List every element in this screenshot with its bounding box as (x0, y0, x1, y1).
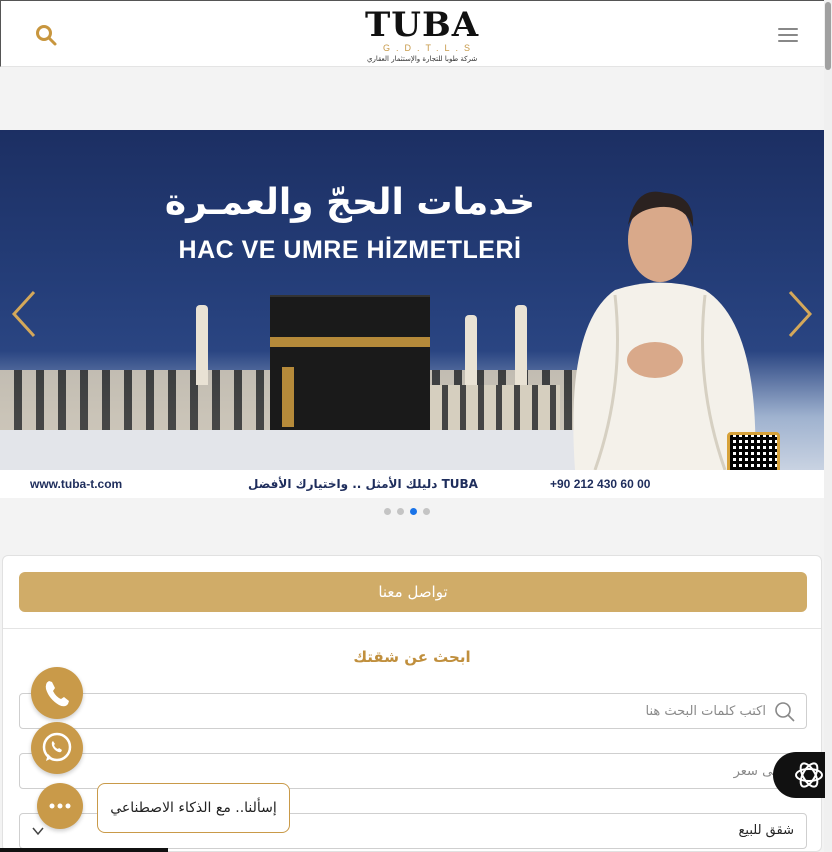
slider-dot-4[interactable] (423, 508, 430, 515)
keyword-search-field[interactable] (19, 693, 807, 729)
scrollbar-thumb[interactable] (825, 2, 831, 70)
banner-website: www.tuba-t.com (30, 477, 123, 491)
top-header: TUBA G.D.T.L.S شركة طوبا للتجارة والإستث… (0, 0, 824, 67)
ai-chat-button[interactable] (37, 783, 83, 829)
minaret-mid (465, 315, 477, 385)
search-section-title: ابحث عن شقتك (353, 648, 471, 666)
slider-dots (384, 500, 436, 515)
page-scrollbar[interactable] (824, 0, 832, 852)
hamburger-menu-icon[interactable] (778, 28, 798, 44)
search-icon[interactable] (35, 24, 59, 48)
whatsapp-button[interactable] (31, 722, 83, 774)
kaaba-image (270, 295, 430, 445)
slider-dot-3[interactable] (410, 508, 417, 515)
keyword-search-input[interactable] (32, 694, 794, 728)
minaret-right (515, 305, 527, 385)
chat-dots-icon (49, 803, 71, 809)
panel-divider (3, 628, 821, 629)
slider-dot-1[interactable] (384, 508, 391, 515)
banner-title-turkish: HAC VE UMRE HİZMETLERİ (178, 236, 522, 264)
phone-icon (45, 681, 69, 707)
phone-call-button[interactable] (31, 667, 83, 719)
search-field-icon (775, 702, 795, 722)
banner-footer-strip: www.tuba-t.com TUBA دليلك الأمثل .. واخت… (0, 470, 824, 498)
banner-phone: +90 212 430 60 00 (550, 477, 651, 491)
plaza-pilgrims (0, 430, 580, 470)
contact-us-button[interactable]: تواصل معنا (19, 572, 807, 612)
site-logo[interactable]: TUBA G.D.T.L.S شركة طوبا للتجارة والإستث… (361, 5, 478, 65)
logo-subtitle: G.D.T.L.S (383, 43, 477, 53)
ai-assistant-button[interactable] (773, 752, 825, 798)
ai-chat-prompt[interactable]: إسألنا.. مع الذكاء الاصطناعي (97, 783, 290, 833)
hero-banner-slide[interactable]: خدمات الحجّ والعمـرة HAC VE UMRE HİZMETL… (0, 130, 824, 498)
minaret-left (196, 305, 208, 385)
pilgrim-person-image (573, 191, 756, 470)
ai-sparkle-icon (795, 762, 823, 788)
logo-tagline: شركة طوبا للتجارة والإستثمار العقاري (367, 55, 478, 63)
banner-slogan: TUBA دليلك الأمثل .. واختيارك الأفضل (248, 477, 478, 491)
slider-dot-2[interactable] (397, 508, 404, 515)
slider-next-arrow-icon[interactable] (786, 290, 814, 338)
property-type-value: شقق للبيع (738, 823, 794, 838)
slider-prev-arrow-icon[interactable] (10, 290, 38, 338)
whatsapp-icon (42, 732, 72, 762)
banner-title-arabic: خدمات الحجّ والعمـرة (164, 182, 536, 223)
bottom-edge-bar (0, 848, 168, 852)
logo-text: TUBA (365, 5, 480, 45)
